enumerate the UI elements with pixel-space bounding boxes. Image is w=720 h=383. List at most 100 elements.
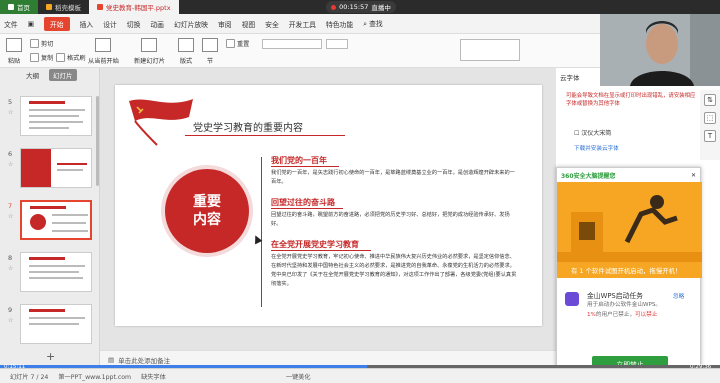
star-icon: ☆ [8,265,14,272]
ignore-link[interactable]: 忽略 [673,292,684,300]
slide-thumbnail-selected[interactable] [20,200,92,240]
tab-review[interactable]: 审阅 [218,19,232,29]
stat-action: 可以禁止 [635,312,658,318]
tab-slides[interactable]: 幻灯片 [49,69,77,81]
notes-icon: ▤ [108,355,115,364]
arrange-buttons[interactable] [530,39,590,61]
side-toolbar: ⇅ ⬚ T [700,90,720,160]
thumbnail-row[interactable]: 6 ☆ [0,148,100,192]
thumbnail-row[interactable]: 8 ☆ [0,252,100,296]
font-size-select[interactable] [326,39,348,49]
slide-thumbnail[interactable] [20,148,92,188]
thumbnail-row[interactable]: 7 ☆ [0,200,100,244]
cloud-font-header: 云字体 [560,74,580,82]
slide-thumbnail[interactable] [20,304,92,344]
thumb-title-bar [29,309,65,312]
section-underline [271,166,339,167]
file-menu[interactable]: 文件 [4,19,18,29]
star-icon: ☆ [8,161,14,168]
thumb-line [29,127,69,129]
tab-home[interactable]: 首页 [0,0,38,14]
from-current-button[interactable]: 从当前开始 [88,38,119,65]
thumb-line [29,323,79,325]
font-item[interactable]: ☐ 汉仪大宋简 [574,128,611,137]
play-icon [95,38,112,52]
slide-thumbnail[interactable] [20,96,92,136]
paste-button[interactable]: 粘贴 [6,38,22,65]
new-slide-label: 新建幻灯片 [134,58,165,65]
presenter-video-icon [600,14,720,86]
title-bar: 首页 稻壳模板 党史教育-韩国平.pptx 00:15:57 直播中 [0,0,720,14]
tab-design[interactable]: 设计 [103,19,117,29]
main-circle: 重要内容 [165,169,249,253]
ribbon-tabs: 文件 ▣ 开始 插入 设计 切换 动画 幻灯片放映 审阅 视图 安全 开发工具 … [0,14,600,34]
popup-brand: 360安全大脑提醒您 [561,172,616,180]
thumbnail-row[interactable]: 9 ☆ [0,304,100,348]
slide-thumbnail[interactable] [20,252,92,292]
current-slide[interactable]: 党史学习教育的重要内容 重要内容 我们党的一百年 我们党的一百年，是矢志践行初心… [115,85,542,326]
ppt-file-icon [97,4,103,10]
thumb-line [29,317,85,319]
tab-developer[interactable]: 开发工具 [289,19,316,29]
quick-access-save-icon[interactable]: ▣ [28,20,34,28]
section-body-1: 我们党的一百年，是矢志践行初心使命的一百年，是筚路蓝缕奠基立业的一百年，是创造辉… [271,170,515,185]
text-icon[interactable]: T [704,130,716,142]
tab-security[interactable]: 安全 [265,19,279,29]
reset-label: 重置 [237,41,250,48]
from-current-label: 从当前开始 [88,58,119,65]
font-name-select[interactable] [262,39,322,49]
slide-number: 6 [8,150,13,158]
font-style-buttons[interactable] [262,53,348,63]
search-label: 查找 [369,20,383,28]
slide-number: 7 [8,202,13,210]
star-icon: ☆ [8,213,14,220]
section-heading-3: 在全党开展党史学习教育 [271,240,359,249]
tab-document[interactable]: 党史教育-韩国平.pptx [89,0,179,14]
tab-insert[interactable]: 插入 [80,19,94,29]
search-button[interactable]: ⌕ 查找 [363,18,383,29]
layout-button[interactable]: 版式 [178,38,194,65]
reset-button[interactable]: 重置 [226,39,249,48]
missing-font-status[interactable]: 缺失字体 [141,372,166,381]
app-subtitle: 用于启动办公软件金山WPS。 [587,302,661,308]
live-status-pill[interactable]: 00:15:57 直播中 [326,1,396,13]
close-icon[interactable]: ✕ [691,172,696,179]
tab-start[interactable]: 开始 [44,16,70,31]
cut-button[interactable]: 剪切 [30,39,53,48]
tab-view[interactable]: 视图 [242,19,256,29]
tab-docer[interactable]: 稻壳模板 [38,0,89,14]
reset-icon [226,39,235,48]
copy-label: 复制 [41,55,54,62]
copy-button[interactable]: 复制 [30,53,53,62]
section-underline [271,250,371,251]
tab-features[interactable]: 特色功能 [326,19,353,29]
circle-label: 重要内容 [193,194,221,228]
wps-app-icon [565,292,579,306]
new-slide-button[interactable]: 新建幻灯片 [134,38,165,65]
format-painter-button[interactable]: 格式刷 [56,53,86,62]
tab-transition[interactable]: 切换 [127,19,141,29]
thumb-title-bar [30,206,66,209]
format-icon[interactable]: ⇅ [704,94,716,106]
tab-outline[interactable]: 大纲 [26,70,39,80]
thumbnail-row[interactable]: 5 ☆ [0,96,100,140]
slide-title: 党史学习教育的重要内容 [193,123,303,134]
tab-animation[interactable]: 动画 [150,19,164,29]
thumbnail-scrollbar[interactable] [96,96,99,186]
section-button[interactable]: 节 [202,38,218,65]
slide-number: 5 [8,98,13,106]
shape-gallery[interactable] [460,39,520,61]
stat-text: 的用户已禁止， [595,312,636,318]
beautify-button[interactable]: 一键美化 [286,372,311,381]
thumb-title-bar [29,101,65,104]
add-slide-button[interactable]: + [46,350,55,363]
paragraph-buttons[interactable] [360,39,440,49]
download-font-link[interactable]: 下载并安装云字体 [574,144,619,152]
select-icon[interactable]: ⬚ [704,112,716,124]
section-underline [271,208,343,209]
tab-slideshow[interactable]: 幻灯片放映 [174,19,208,29]
popup-header: 360安全大脑提醒您 ✕ [557,168,700,182]
thumb-title-bar [29,257,65,260]
paste-label: 粘贴 [7,58,21,65]
copy-icon [30,53,39,62]
